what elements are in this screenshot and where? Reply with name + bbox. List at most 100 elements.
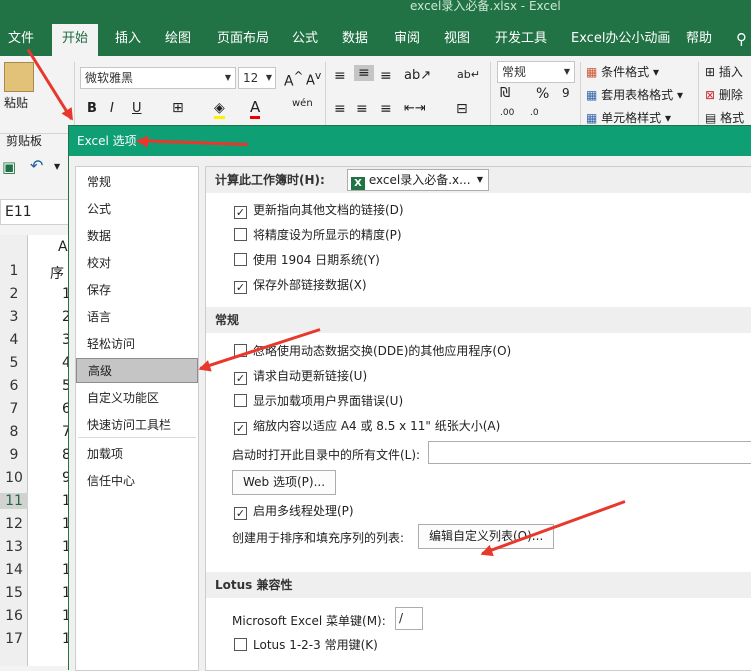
row-header[interactable]: 7 — [0, 401, 28, 417]
nav-formulas[interactable]: 公式 — [76, 197, 198, 222]
number-format-select[interactable]: 常规 ▼ — [497, 61, 575, 83]
row-header[interactable]: 9 — [0, 447, 28, 463]
tab-excel-animation[interactable]: Excel办公小动画 — [571, 29, 670, 49]
nav-customize-ribbon[interactable]: 自定义功能区 — [76, 386, 198, 411]
menu-key-input[interactable]: / — [395, 607, 423, 630]
nav-proofing[interactable]: 校对 — [76, 251, 198, 276]
row-header[interactable]: 8 — [0, 424, 28, 440]
tab-formulas[interactable]: 公式 — [292, 29, 318, 49]
save-external-links-checkbox[interactable]: ✓ 保存外部链接数据(X) — [234, 278, 367, 294]
font-color-icon[interactable]: A — [250, 98, 261, 119]
precision-checkbox[interactable]: 将精度设为所显示的精度(P) — [234, 228, 402, 242]
nav-add-ins[interactable]: 加载项 — [76, 442, 198, 467]
tab-page-layout[interactable]: 页面布局 — [217, 29, 269, 49]
tab-insert[interactable]: 插入 — [115, 29, 141, 49]
paste-icon[interactable] — [4, 62, 34, 92]
multithread-checkbox[interactable]: ✓ 启用多线程处理(P) — [234, 504, 354, 520]
tab-file[interactable]: 文件 — [8, 29, 34, 49]
table-format-button[interactable]: ▦ 套用表格格式 ▾ — [586, 86, 683, 103]
row-header[interactable]: 12 — [0, 516, 28, 532]
row-header[interactable]: 3 — [0, 309, 28, 325]
align-left-icon[interactable]: ≡ — [334, 101, 346, 117]
increase-decimal-icon[interactable]: .00 — [500, 108, 514, 118]
underline-button[interactable]: U — [132, 101, 142, 116]
workbook-select[interactable]: X excel录入必备.x... ▼ — [347, 169, 489, 191]
undo-icon[interactable]: ↶ — [30, 156, 43, 175]
paste-label[interactable]: 粘贴 — [4, 94, 28, 111]
cell-style-button[interactable]: ▦ 单元格样式 ▾ — [586, 109, 671, 126]
nav-data[interactable]: 数据 — [76, 224, 198, 249]
align-top-icon[interactable]: ≡ — [334, 68, 346, 84]
scale-a4-checkbox[interactable]: ✓ 缩放内容以适应 A4 或 8.5 x 11" 纸张大小(A) — [234, 419, 500, 435]
percent-button[interactable]: % — [536, 86, 549, 102]
cell-grid[interactable]: A 序 1 2 3 4 5 6 7 8 9 1 1 1 1 1 1 1 — [28, 235, 71, 666]
startup-folder-input[interactable] — [428, 441, 751, 464]
nav-accessibility[interactable]: 轻松访问 — [76, 332, 198, 357]
phonetic-icon[interactable]: wén — [292, 98, 313, 109]
update-links-checkbox[interactable]: ✓ 更新指向其他文档的链接(D) — [234, 203, 404, 219]
undo-dropdown-icon[interactable]: ▼ — [54, 162, 60, 171]
row-header[interactable]: 5 — [0, 355, 28, 371]
web-options-button[interactable]: Web 选项(P)... — [232, 470, 337, 495]
decrease-decimal-icon[interactable]: .0 — [530, 108, 539, 118]
insert-cells-button[interactable]: ⊞ 插入 — [705, 63, 743, 80]
fill-color-icon[interactable]: ◈ — [214, 100, 225, 119]
align-middle-icon[interactable]: ≡ — [354, 65, 374, 81]
comma-icon[interactable]: 9 — [562, 86, 570, 100]
conditional-format-button[interactable]: ▦ 条件格式 ▾ — [586, 63, 659, 80]
align-right-icon[interactable]: ≡ — [380, 101, 392, 117]
delete-cells-button[interactable]: ⊠ 删除 — [705, 86, 743, 103]
increase-font-icon[interactable]: A^ — [284, 69, 303, 90]
row-header[interactable]: 16 — [0, 608, 28, 624]
row-header[interactable]: 1 — [0, 263, 28, 279]
nav-language[interactable]: 语言 — [76, 305, 198, 330]
save-icon[interactable]: ▣ — [2, 158, 16, 176]
row-header[interactable]: 6 — [0, 378, 28, 394]
currency-icon[interactable]: ₪ — [500, 86, 510, 101]
nav-quick-access-toolbar[interactable]: 快速访问工具栏 — [76, 413, 198, 438]
tab-help[interactable]: 帮助 — [686, 29, 712, 49]
name-box[interactable]: E11 — [0, 199, 70, 225]
tab-developer[interactable]: 开发工具 — [495, 29, 547, 49]
date-1904-checkbox[interactable]: 使用 1904 日期系统(Y) — [234, 253, 380, 267]
tab-review[interactable]: 审阅 — [394, 29, 420, 49]
nav-save[interactable]: 保存 — [76, 278, 198, 303]
align-bottom-icon[interactable]: ≡ — [380, 68, 392, 84]
orientation-icon[interactable]: ab↗ — [404, 68, 431, 83]
row-header-selected[interactable]: 11 — [0, 493, 28, 509]
row-header[interactable]: 13 — [0, 539, 28, 555]
nav-trust-center[interactable]: 信任中心 — [76, 469, 198, 494]
font-size-select[interactable]: 12 ▼ — [238, 67, 276, 89]
nav-general[interactable]: 常规 — [76, 170, 198, 195]
merge-icon[interactable]: ⊟ — [456, 101, 468, 117]
row-header[interactable]: 15 — [0, 585, 28, 601]
nav-advanced[interactable]: 高级 — [76, 358, 198, 383]
ignore-dde-checkbox[interactable]: 忽略使用动态数据交换(DDE)的其他应用程序(O) — [234, 344, 511, 358]
search-icon[interactable]: ⚲ — [736, 29, 747, 49]
row-header[interactable]: 10 — [0, 470, 28, 486]
font-name-select[interactable]: 微软雅黑 ▼ — [80, 67, 236, 89]
row-header[interactable]: 14 — [0, 562, 28, 578]
decrease-font-icon[interactable]: Av — [306, 69, 321, 88]
lotus-keys-checkbox[interactable]: Lotus 1-2-3 常用键(K) — [234, 638, 378, 652]
align-center-icon[interactable]: ≡ — [356, 101, 368, 117]
checkbox-unchecked-icon — [234, 394, 247, 407]
indent-icon[interactable]: ⇤⇥ — [404, 101, 426, 116]
border-icon[interactable]: ⊞ — [172, 100, 184, 116]
ask-update-links-checkbox[interactable]: ✓ 请求自动更新链接(U) — [234, 369, 367, 385]
tab-home[interactable]: 开始 — [52, 24, 99, 56]
format-cells-button[interactable]: ▤ 格式 — [705, 109, 744, 126]
tab-view[interactable]: 视图 — [444, 29, 470, 49]
row-header[interactable]: 4 — [0, 332, 28, 348]
tab-data[interactable]: 数据 — [342, 29, 368, 49]
show-addin-errors-checkbox[interactable]: 显示加载项用户界面错误(U) — [234, 394, 403, 408]
italic-button[interactable]: I — [110, 101, 114, 116]
row-header[interactable]: 2 — [0, 286, 28, 302]
bold-button[interactable]: B — [87, 101, 97, 116]
wrap-text-icon[interactable]: ab↵ — [457, 68, 480, 81]
cell-a1[interactable]: 序 — [50, 263, 64, 283]
column-header-a[interactable]: A — [58, 239, 68, 255]
tab-draw[interactable]: 绘图 — [165, 29, 191, 49]
clipboard-group-label: 剪贴板 — [6, 134, 43, 148]
row-header[interactable]: 17 — [0, 631, 28, 647]
